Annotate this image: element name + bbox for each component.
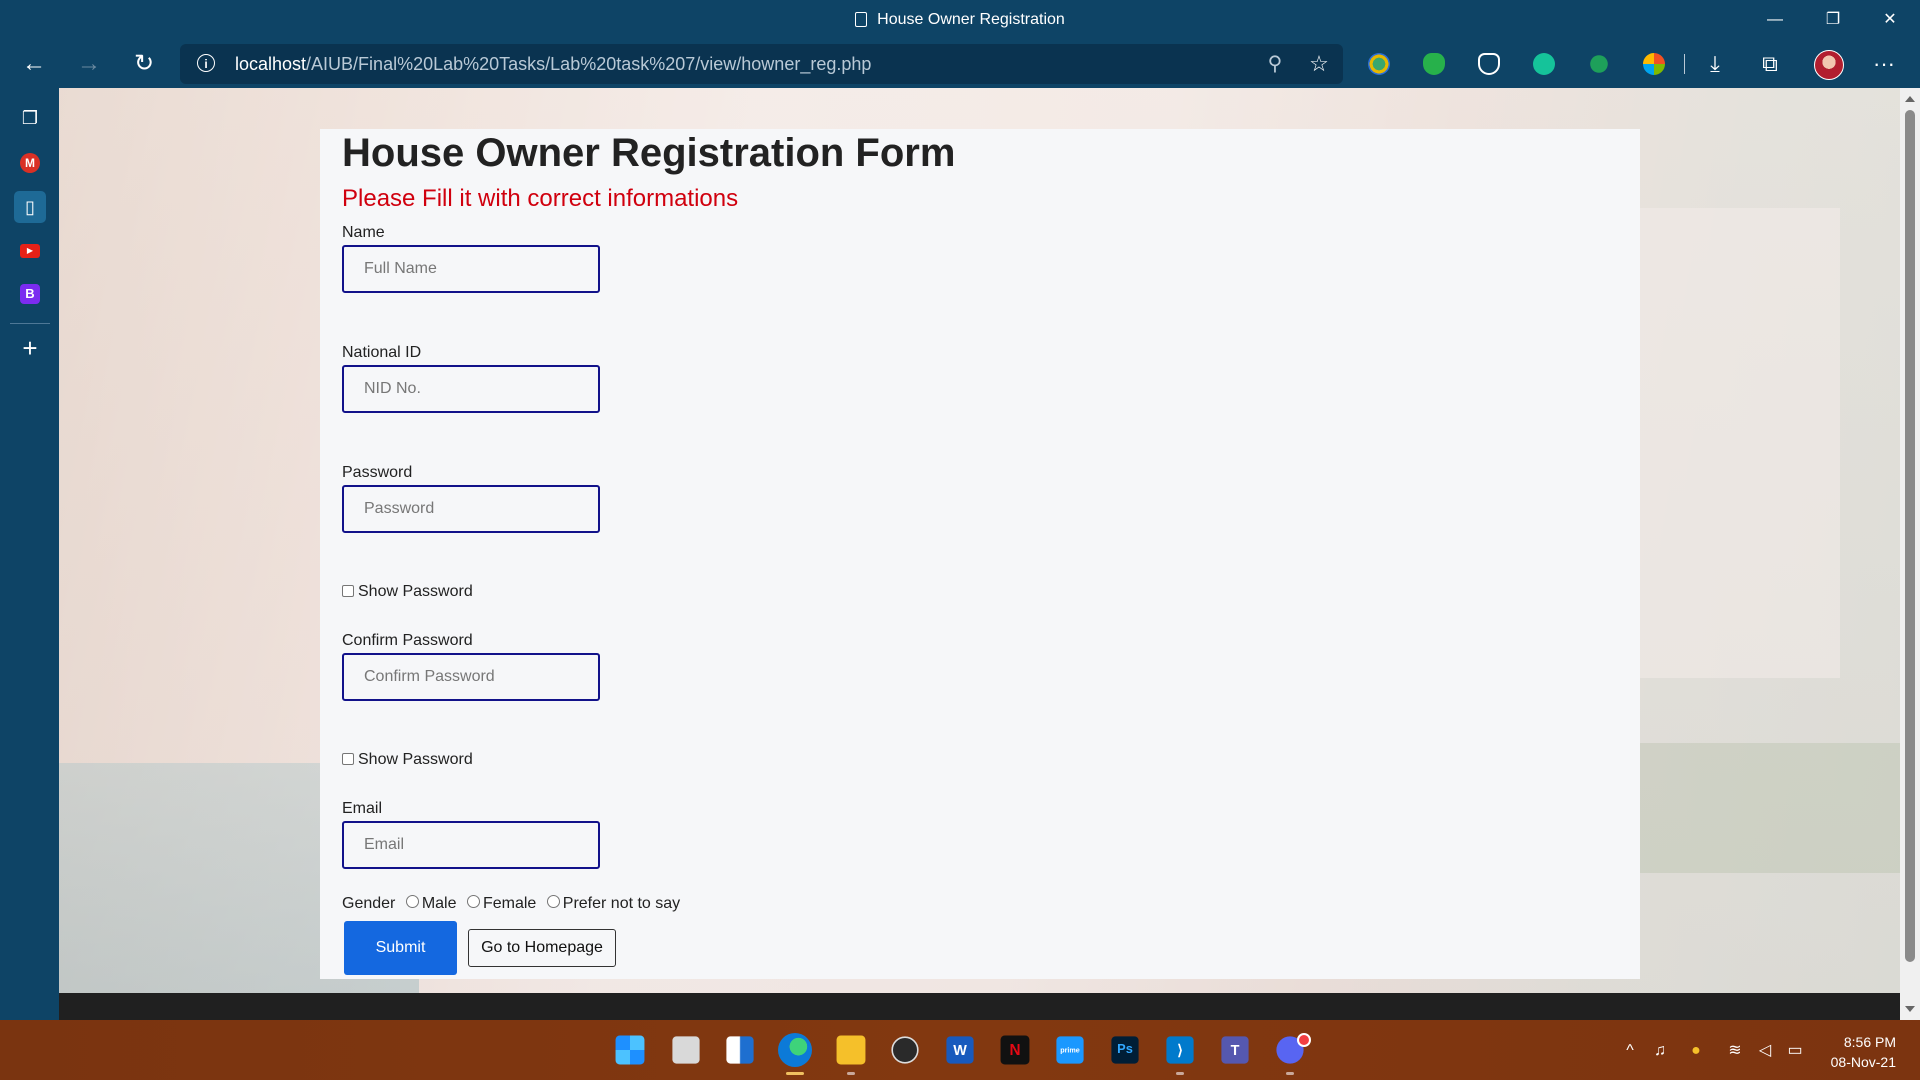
site-info-icon[interactable]: i [197, 54, 215, 72]
gmail-icon[interactable]: M [20, 153, 40, 173]
bootstrap-icon[interactable]: B [20, 284, 40, 304]
national-id-input[interactable] [342, 365, 600, 413]
netflix-icon[interactable]: N [1000, 1035, 1030, 1065]
toolbar-divider [1684, 54, 1685, 74]
show-password-row[interactable]: Show Password [342, 583, 473, 601]
restore-button[interactable]: ❐ [1813, 6, 1853, 34]
password-label: Password [342, 464, 413, 481]
obs-studio-icon[interactable] [891, 1036, 919, 1064]
word-icon[interactable]: W [946, 1036, 974, 1064]
url-host: localhost [235, 54, 307, 74]
page-title: House Owner Registration Form [342, 131, 956, 175]
go-to-homepage-button[interactable]: Go to Homepage [468, 929, 616, 967]
extension-brave-shield-icon[interactable] [1478, 53, 1500, 75]
gender-male-radio[interactable] [405, 895, 419, 908]
confirm-password-input[interactable] [342, 653, 600, 701]
youtube-icon[interactable]: ▶ [20, 244, 40, 258]
document-icon[interactable]: ▯ [14, 191, 46, 223]
add-favorite-icon[interactable]: ☆ [1307, 52, 1331, 76]
gender-male-label[interactable]: Male [422, 895, 457, 912]
edge-active-indicator [786, 1072, 804, 1075]
widgets-icon[interactable] [726, 1036, 754, 1064]
gender-unspecified-label[interactable]: Prefer not to say [563, 895, 680, 912]
collections-icon[interactable]: ⧉ [1756, 50, 1784, 78]
system-clock[interactable]: 8:56 PM 08-Nov-21 [1831, 1032, 1896, 1072]
email-label: Email [342, 800, 383, 817]
registration-form: House Owner Registration Form Please Fil… [320, 129, 1640, 979]
full-name-input[interactable] [342, 245, 600, 293]
discord-running-indicator [1286, 1072, 1294, 1075]
profile-avatar[interactable] [1814, 50, 1844, 80]
battery-icon[interactable]: ▭ [1784, 1040, 1806, 1062]
browser-toolbar: ← → ↻ i localhost/AIUB/Final%20Lab%20Tas… [0, 40, 1920, 88]
show-confirm-password-checkbox[interactable] [342, 753, 354, 765]
file-explorer-icon[interactable] [836, 1035, 866, 1065]
windows-taskbar: W N prime Ps ⟩ T ^ ♫ ● ≋ ◁ ▭ 8:56 PM 08-… [0, 1020, 1920, 1080]
downloads-icon[interactable]: ⤓ [1701, 50, 1729, 78]
forward-button[interactable]: → [73, 48, 105, 80]
edge-browser-icon[interactable] [778, 1033, 812, 1067]
national-id-label: National ID [342, 344, 422, 361]
submit-button[interactable]: Submit [344, 921, 457, 975]
clock-date: 08-Nov-21 [1830, 1054, 1896, 1070]
gender-female-label[interactable]: Female [483, 895, 536, 912]
name-label: Name [342, 224, 385, 241]
minimize-button[interactable]: — [1755, 6, 1795, 34]
gender-female-radio[interactable] [466, 895, 480, 908]
scroll-up-arrow[interactable] [1905, 96, 1915, 102]
form-subtitle: Please Fill it with correct informations [342, 185, 739, 212]
back-button[interactable]: ← [18, 48, 50, 80]
page-bottom-strip [59, 993, 1900, 1020]
url-path: /AIUB/Final%20Lab%20Tasks/Lab%20task%207… [306, 54, 872, 74]
photoshop-icon[interactable]: Ps [1111, 1036, 1139, 1064]
add-sidebar-item-icon[interactable]: + [14, 332, 46, 364]
clock-time: 8:56 PM [1843, 1034, 1896, 1050]
gender-label: Gender [342, 895, 396, 912]
vscode-icon[interactable]: ⟩ [1166, 1036, 1194, 1064]
vertical-scrollbar[interactable] [1900, 88, 1920, 1020]
password-input[interactable] [342, 485, 600, 533]
scrollbar-thumb[interactable] [1905, 110, 1915, 962]
teams-icon[interactable]: T [1221, 1036, 1249, 1064]
extension-earth-icon[interactable] [1368, 53, 1390, 75]
wifi-icon[interactable]: ≋ [1724, 1040, 1746, 1062]
microphone-icon[interactable]: ● [1685, 1040, 1707, 1062]
settings-menu-icon[interactable]: ··· [1870, 50, 1898, 78]
discord-notification-badge [1297, 1033, 1311, 1047]
page-document-icon [855, 12, 868, 27]
task-view-icon[interactable] [672, 1036, 700, 1064]
explorer-running-indicator [847, 1072, 855, 1075]
browser-sidebar: ❐ M ▯ ▶ B + [0, 88, 59, 1020]
speaker-icon[interactable]: ◁ [1754, 1040, 1776, 1062]
email-input[interactable] [342, 821, 600, 869]
confirm-password-label: Confirm Password [342, 632, 473, 649]
extension-grammarly-icon[interactable] [1533, 53, 1555, 75]
window-title-bar: House Owner Registration — ❐ ✕ [0, 0, 1920, 40]
show-confirm-password-label: Show Password [358, 751, 473, 768]
sidebar-divider [10, 323, 50, 324]
prime-video-icon[interactable]: prime [1056, 1036, 1084, 1064]
window-title: House Owner Registration [0, 11, 1920, 29]
volume-icon[interactable]: ♫ [1649, 1040, 1671, 1062]
show-password-checkbox[interactable] [342, 585, 354, 597]
refresh-button[interactable]: ↻ [128, 48, 160, 80]
vscode-running-indicator [1176, 1072, 1184, 1075]
gender-row: Gender Male Female Prefer not to say [342, 895, 680, 913]
start-menu-icon[interactable] [615, 1035, 645, 1065]
address-bar[interactable]: i localhost/AIUB/Final%20Lab%20Tasks/Lab… [180, 44, 1343, 84]
show-hidden-icons-button[interactable]: ^ [1619, 1040, 1641, 1062]
close-window-button[interactable]: ✕ [1870, 6, 1910, 34]
scroll-down-arrow[interactable] [1905, 1006, 1915, 1012]
show-password-label: Show Password [358, 583, 473, 600]
extension-office-icon[interactable] [1643, 53, 1665, 75]
url-text[interactable]: localhost/AIUB/Final%20Lab%20Tasks/Lab%2… [235, 54, 871, 75]
tabs-icon[interactable]: ❐ [14, 102, 46, 134]
gender-unspecified-radio[interactable] [546, 895, 560, 908]
show-confirm-password-row[interactable]: Show Password [342, 751, 473, 769]
extension-security-icon[interactable] [1590, 55, 1608, 73]
extension-shield-icon[interactable] [1423, 53, 1445, 75]
window-title-text: House Owner Registration [877, 11, 1065, 28]
zoom-icon[interactable]: ⚲ [1263, 52, 1287, 76]
